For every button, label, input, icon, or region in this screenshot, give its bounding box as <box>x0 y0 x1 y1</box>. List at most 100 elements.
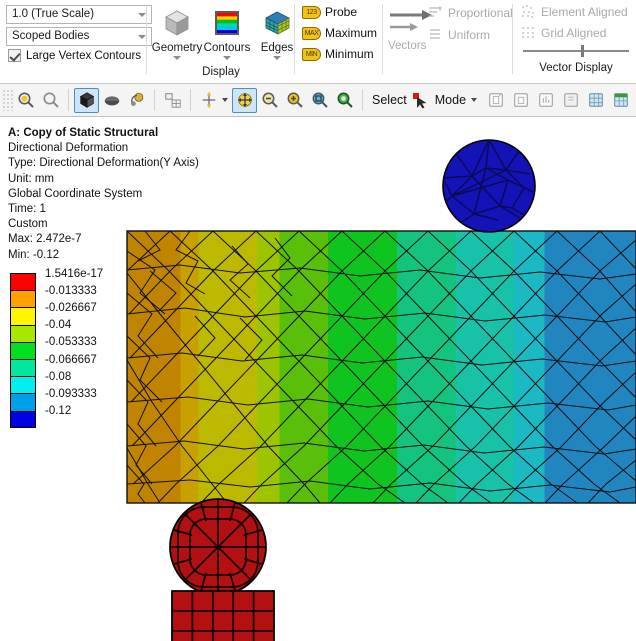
legend-value-label: 1.5416e-17 <box>45 267 104 280</box>
result-line-4: Time: 1 <box>8 203 46 216</box>
graphics-toolbar: Select Mode xyz <box>0 84 636 117</box>
edges-label: Edges <box>260 42 294 54</box>
axis-triad-icon[interactable] <box>196 88 221 113</box>
select-cursor-icon[interactable] <box>411 88 431 113</box>
vector-length-slider[interactable] <box>523 45 629 57</box>
zoom-out-icon[interactable] <box>257 88 282 113</box>
ribbon-divider <box>382 4 383 74</box>
proportional-icon <box>429 6 442 17</box>
new-annotation-icon[interactable] <box>508 88 533 113</box>
mode-label[interactable]: Mode <box>435 93 466 107</box>
result-line-0: Directional Deformation <box>8 142 129 155</box>
legend-color-swatch <box>10 290 36 308</box>
new-figure-icon[interactable] <box>583 88 608 113</box>
zoom-in-icon[interactable] <box>282 88 307 113</box>
new-comment-icon[interactable] <box>558 88 583 113</box>
slider-thumb[interactable] <box>581 45 584 57</box>
element-aligned-button[interactable]: Element Aligned <box>520 4 628 19</box>
chevron-down-icon[interactable] <box>471 98 478 102</box>
maximum-button[interactable]: MAX Maximum <box>302 26 377 40</box>
ribbon-divider <box>512 4 513 74</box>
probe-button[interactable]: 123 Probe <box>302 5 357 19</box>
legend-value-label: -0.066667 <box>45 353 97 366</box>
edge-coloring-icon[interactable] <box>160 88 185 113</box>
contour-legend: 1.5416e-17 -0.013333 -0.026667 -0.04 -0.0533… <box>10 268 103 428</box>
minimum-tag-icon: MIN <box>302 47 321 61</box>
result-info-block: A: Copy of Static Structural Directional… <box>8 126 199 263</box>
chevron-down-icon[interactable] <box>222 98 228 102</box>
legend-value-label: -0.013333 <box>45 284 97 297</box>
ribbon: 1.0 (True Scale) Scoped Bodies Large Ver… <box>0 0 636 84</box>
uniform-button[interactable]: Uniform <box>428 27 490 42</box>
plate-body <box>126 230 636 504</box>
legend-color-swatch <box>10 324 36 342</box>
minimum-button[interactable]: MIN Minimum <box>302 47 374 61</box>
lower-block-body <box>171 590 275 641</box>
legend-value-label: -0.026667 <box>45 301 97 314</box>
toolbar-divider <box>362 89 363 111</box>
element-aligned-icon <box>522 5 534 18</box>
legend-color-swatch <box>10 307 36 325</box>
legend-row: -0.12 <box>10 405 103 428</box>
legend-color-swatch <box>10 393 36 411</box>
toolbar-divider <box>154 89 155 111</box>
result-title: A: Copy of Static Structural <box>8 127 159 139</box>
shaded-cube-icon[interactable] <box>99 88 124 113</box>
new-chart-icon[interactable] <box>533 88 558 113</box>
probe-label: Probe <box>325 5 358 19</box>
deformation-scale-combo[interactable]: 1.0 (True Scale) <box>6 5 152 24</box>
chevron-down-icon[interactable] <box>138 13 146 17</box>
legend-color-swatch <box>10 358 36 377</box>
new-section-plane-icon[interactable] <box>483 88 508 113</box>
legend-color-swatch <box>10 410 36 428</box>
scoping-value: Scoped Bodies <box>12 30 90 42</box>
display-group-label: Display <box>202 66 240 78</box>
legend-color-swatch <box>10 376 36 394</box>
magnifier-icon[interactable] <box>38 88 63 113</box>
result-max-label: Max: 2.472e-7 <box>8 233 82 246</box>
chevron-down-icon[interactable] <box>173 56 181 60</box>
scoping-combo[interactable]: Scoped Bodies <box>6 27 152 46</box>
ribbon-divider <box>294 4 295 74</box>
legend-value-label: -0.12 <box>45 405 72 418</box>
legend-value-label: -0.093333 <box>45 387 97 400</box>
minimum-label: Minimum <box>325 47 374 61</box>
wireframe-cube-icon[interactable] <box>74 87 99 113</box>
result-line-5: Custom <box>8 218 48 231</box>
proportional-button[interactable]: Proportional <box>428 5 513 20</box>
grid-aligned-label: Grid Aligned <box>541 25 607 40</box>
legend-color-swatch <box>10 273 36 291</box>
chevron-down-icon[interactable] <box>223 56 231 60</box>
toolbar-grip[interactable] <box>2 89 13 111</box>
box-zoom-icon[interactable] <box>307 88 332 113</box>
zoom-to-fit-icon[interactable] <box>13 88 38 113</box>
vector-display-group-label: Vector Display <box>539 62 613 74</box>
legend-value-label: -0.053333 <box>45 336 97 349</box>
large-vertex-contours-label: Large Vertex Contours <box>26 49 142 62</box>
chevron-down-icon[interactable] <box>273 56 281 60</box>
maximum-label: Maximum <box>325 26 378 40</box>
legend-value-label: -0.04 <box>45 319 72 332</box>
large-vertex-contours-checkbox[interactable]: Large Vertex Contours <box>8 49 141 62</box>
new-image-icon[interactable] <box>608 88 633 113</box>
element-aligned-label: Element Aligned <box>541 4 628 19</box>
probe-tag-icon: 123 <box>302 5 321 19</box>
checkbox-icon[interactable] <box>8 49 21 62</box>
lower-roller-body <box>169 498 267 596</box>
edges-display-button[interactable]: Edges <box>246 4 308 60</box>
pan-icon[interactable] <box>232 87 257 113</box>
uniform-icon <box>430 29 440 39</box>
show-vertices-icon[interactable] <box>124 88 149 113</box>
uniform-label: Uniform <box>448 27 491 42</box>
grid-aligned-button[interactable]: Grid Aligned <box>520 25 606 40</box>
mesh-edges-cube-icon <box>246 4 308 42</box>
toolbar-divider <box>190 89 191 111</box>
grid-aligned-icon <box>522 27 534 38</box>
upper-roller-body <box>442 139 536 233</box>
graphics-viewport[interactable]: A: Copy of Static Structural Directional… <box>0 118 636 641</box>
legend-value-label: -0.08 <box>45 370 72 383</box>
zoom-to-fit-2-icon[interactable] <box>332 88 357 113</box>
proportional-label: Proportional <box>448 5 513 20</box>
chevron-down-icon[interactable] <box>138 35 146 39</box>
maximum-tag-icon: MAX <box>302 26 321 40</box>
